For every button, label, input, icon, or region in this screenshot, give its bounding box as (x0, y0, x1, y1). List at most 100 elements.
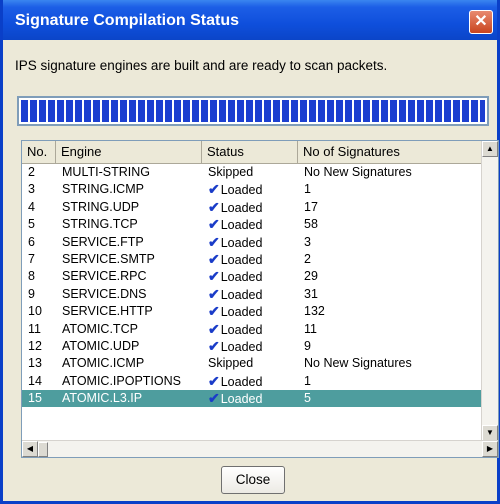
engine-name: SERVICE.SMTP (62, 251, 155, 266)
status-cell: ✔Loaded (208, 181, 262, 199)
status-text: Loaded (220, 183, 263, 198)
column-header-status[interactable]: Status (202, 141, 298, 163)
table-row[interactable]: 8 SERVICE.RPC ✔Loaded 29 (22, 268, 482, 285)
engine-name: STRING.TCP (62, 217, 138, 232)
engine-name: ATOMIC.TCP (62, 321, 138, 336)
engine-name: MULTI-STRING (62, 165, 150, 179)
row-number: 13 (28, 356, 42, 371)
column-header-signatures[interactable]: No of Signatures (298, 141, 482, 163)
status-text: Loaded (220, 305, 263, 320)
window-title: Signature Compilation Status (15, 12, 240, 29)
signature-count: 31 (304, 286, 318, 301)
table-row[interactable]: 14 ATOMIC.IPOPTIONS ✔Loaded 1 (22, 373, 482, 390)
column-header-engine[interactable]: Engine (56, 141, 202, 163)
signature-count: 3 (304, 234, 311, 249)
engine-name: ATOMIC.UDP (62, 338, 140, 353)
checkmark-icon: ✔ (208, 198, 220, 215)
table-row[interactable]: 12 ATOMIC.UDP ✔Loaded 9 (22, 338, 482, 355)
status-cell: ✔Loaded (208, 338, 262, 356)
row-number: 14 (28, 373, 42, 388)
checkmark-icon: ✔ (208, 181, 220, 198)
progress-bar (17, 96, 489, 126)
scroll-thumb[interactable] (38, 442, 48, 457)
row-number: 6 (28, 234, 35, 249)
checkmark-icon: ✔ (208, 337, 220, 354)
row-number: 8 (28, 269, 35, 284)
table-row[interactable]: 11 ATOMIC.TCP ✔Loaded 11 (22, 321, 482, 338)
table-row[interactable]: 6 SERVICE.FTP ✔Loaded 3 (22, 234, 482, 251)
checkmark-icon: ✔ (208, 303, 220, 320)
status-text: Loaded (220, 218, 263, 233)
table-row[interactable]: 2 MULTI-STRING Skipped No New Signatures (22, 164, 482, 181)
engine-name: SERVICE.RPC (62, 269, 147, 284)
signature-count: 11 (304, 321, 317, 336)
column-header-no[interactable]: No. (22, 141, 56, 163)
engine-name: ATOMIC.IPOPTIONS (62, 373, 181, 388)
checkmark-icon: ✔ (208, 216, 220, 233)
status-cell: ✔Loaded (208, 216, 262, 234)
scroll-left-icon[interactable]: ◀ (22, 441, 38, 457)
engine-name: STRING.ICMP (62, 182, 144, 197)
row-number: 12 (28, 338, 42, 353)
status-cell: ✔Loaded (208, 373, 262, 391)
status-text: Skipped (208, 165, 254, 179)
status-text: Loaded (220, 339, 263, 354)
status-text: Loaded (220, 392, 263, 407)
checkmark-icon: ✔ (208, 268, 220, 285)
close-button[interactable]: Close (221, 466, 285, 494)
engine-name: STRING.UDP (62, 199, 140, 214)
checkmark-icon: ✔ (208, 372, 220, 389)
status-message: IPS signature engines are built and are … (15, 58, 388, 73)
table-row[interactable]: 15 ATOMIC.L3.IP ✔Loaded 5 (22, 390, 482, 408)
status-text: Loaded (220, 270, 263, 285)
close-icon[interactable]: ✕ (469, 10, 493, 34)
table-row[interactable]: 9 SERVICE.DNS ✔Loaded 31 (22, 286, 482, 303)
table-row[interactable]: 3 STRING.ICMP ✔Loaded 1 (22, 181, 482, 198)
row-number: 15 (28, 391, 42, 406)
status-cell: ✔Loaded (208, 321, 262, 339)
status-text: Loaded (220, 235, 263, 250)
engine-name: ATOMIC.L3.IP (62, 391, 143, 406)
row-number: 9 (28, 286, 35, 301)
checkmark-icon: ✔ (208, 285, 220, 302)
vertical-scrollbar[interactable]: ▲ ▼ (481, 141, 498, 441)
table-body: 2 MULTI-STRING Skipped No New Signatures 3 ST… (22, 164, 482, 408)
status-cell: ✔Loaded (208, 286, 262, 304)
checkmark-icon: ✔ (208, 390, 220, 407)
table-row[interactable]: 4 STRING.UDP ✔Loaded 17 (22, 199, 482, 216)
status-text: Loaded (220, 252, 263, 267)
engine-name: ATOMIC.ICMP (62, 356, 145, 371)
signature-count: 132 (304, 304, 325, 319)
signature-count: 1 (304, 182, 311, 197)
status-cell: Skipped (208, 164, 253, 181)
row-number: 11 (28, 321, 41, 336)
checkmark-icon: ✔ (208, 233, 220, 250)
table-header: No. Engine Status No of Signatures (22, 141, 482, 164)
table-row[interactable]: 10 SERVICE.HTTP ✔Loaded 132 (22, 303, 482, 320)
progress-fill (21, 100, 485, 122)
title-bar[interactable]: Signature Compilation Status ✕ (3, 0, 497, 40)
checkmark-icon: ✔ (208, 320, 220, 337)
table-row[interactable]: 5 STRING.TCP ✔Loaded 58 (22, 216, 482, 233)
horizontal-scrollbar[interactable]: ◀ ▶ (22, 440, 498, 457)
table-row[interactable]: 7 SERVICE.SMTP ✔Loaded 2 (22, 251, 482, 268)
scroll-right-icon[interactable]: ▶ (482, 441, 498, 457)
scroll-down-icon[interactable]: ▼ (482, 425, 498, 441)
signature-count: 29 (304, 269, 318, 284)
status-cell: ✔Loaded (208, 390, 262, 408)
engine-name: SERVICE.DNS (62, 286, 147, 301)
signature-compilation-dialog: Signature Compilation Status ✕ IPS signa… (0, 0, 500, 504)
table-row[interactable]: 13 ATOMIC.ICMP Skipped No New Signatures (22, 355, 482, 372)
status-cell: Skipped (208, 355, 253, 372)
checkmark-icon: ✔ (208, 250, 220, 267)
row-number: 7 (28, 251, 35, 266)
status-text: Loaded (220, 322, 263, 337)
signature-count: 58 (304, 217, 318, 232)
engine-name: SERVICE.HTTP (62, 304, 153, 319)
status-text: Loaded (220, 374, 263, 389)
engine-table: No. Engine Status No of Signatures 2 MULT… (21, 140, 499, 458)
status-cell: ✔Loaded (208, 303, 262, 321)
scroll-up-icon[interactable]: ▲ (482, 141, 498, 157)
signature-count: 5 (304, 391, 311, 406)
status-cell: ✔Loaded (208, 251, 262, 269)
